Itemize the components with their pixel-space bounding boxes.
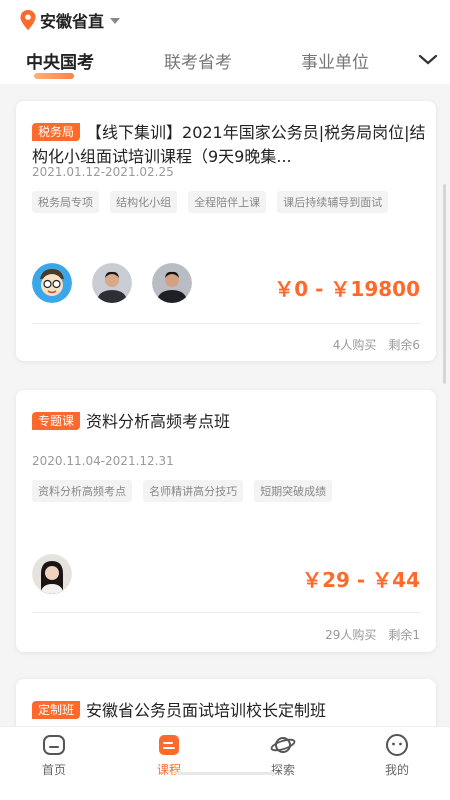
teacher-avatars [32, 263, 212, 303]
remaining-count: 剩余1 [388, 628, 420, 642]
course-date: 2021.01.12-2021.02.25 [32, 165, 174, 179]
avatar[interactable] [32, 554, 72, 594]
course-tag: 短期突破成绩 [254, 480, 333, 502]
location-pin-icon [20, 10, 36, 30]
course-date: 2020.11.04-2021.12.31 [32, 454, 174, 468]
course-badge: 税务局 [32, 123, 81, 141]
buyers-count: 4人购买 [332, 338, 377, 352]
teacher-avatars [32, 554, 92, 594]
divider [32, 323, 420, 324]
course-badge: 专题课 [32, 412, 81, 430]
tab-joint-exam[interactable]: 联考省考 [164, 48, 232, 73]
remaining-count: 剩余6 [388, 338, 420, 352]
top-bar: 安徽省直 中央国考 联考省考 事业单位 [0, 0, 450, 84]
tab-public-institution[interactable]: 事业单位 [301, 48, 369, 73]
course-tag: 全程陪伴上课 [188, 191, 267, 213]
course-meta: 29人购买 剩余1 [325, 626, 420, 643]
course-tag: 结构化小组 [110, 191, 178, 213]
location-selector[interactable]: 安徽省直 [20, 8, 121, 32]
scrollbar[interactable] [443, 184, 446, 384]
course-title-text: 安徽省公务员面试培训校长定制班 [86, 701, 327, 720]
course-title: 税务局 【线下集训】2021年国家公务员|税务局岗位|结构化小组面试培训课程（9天… [32, 121, 426, 169]
tab-central-exam[interactable]: 中央国考 [26, 48, 94, 73]
nav-item-profile[interactable]: 我的 [357, 733, 437, 778]
course-icon [159, 735, 179, 755]
teacher-photo-icon [92, 263, 132, 303]
course-meta: 4人购买 剩余6 [333, 336, 420, 353]
course-card[interactable]: 税务局 【线下集训】2021年国家公务员|税务局岗位|结构化小组面试培训课程（9天… [16, 101, 436, 361]
course-title: 专题课 资料分析高频考点班 [32, 410, 426, 434]
nav-label: 课程 [156, 763, 181, 777]
nav-label: 探索 [270, 763, 295, 777]
category-tabs: 中央国考 联考省考 事业单位 [0, 48, 450, 84]
nav-label: 我的 [384, 763, 409, 777]
course-tags: 资料分析高频考点 名师精讲高分技巧 短期突破成绩 [32, 480, 420, 510]
course-tag: 资料分析高频考点 [32, 480, 132, 502]
app-screen: 安徽省直 中央国考 联考省考 事业单位 税务局 【线下集训】2021年国家公务员|… [0, 0, 450, 800]
course-title-text: 资料分析高频考点班 [86, 412, 231, 431]
location-label: 安徽省直 [40, 12, 105, 31]
course-list: 税务局 【线下集训】2021年国家公务员|税务局岗位|结构化小组面试培训课程（9天… [0, 84, 450, 726]
course-tags: 税务局专项 结构化小组 全程陪伴上课 课后持续辅导到面试 [32, 191, 420, 221]
nav-item-home[interactable]: 首页 [14, 733, 94, 778]
home-icon [43, 735, 65, 755]
divider [32, 612, 420, 613]
buyers-count: 29人购买 [325, 628, 377, 642]
chevron-down-icon[interactable] [416, 50, 440, 70]
profile-icon [386, 734, 408, 756]
course-tag: 名师精讲高分技巧 [143, 480, 244, 502]
bottom-navigation: 首页 课程 探索 我的 [0, 726, 450, 800]
course-tag: 税务局专项 [32, 191, 99, 213]
home-indicator [175, 772, 275, 775]
cartoon-avatar-icon [32, 263, 72, 303]
course-title: 定制班 安徽省公务员面试培训校长定制班 [32, 699, 426, 723]
course-title-text: 【线下集训】2021年国家公务员|税务局岗位|结构化小组面试培训课程（9天9晚集… [32, 123, 426, 166]
avatar[interactable] [152, 263, 192, 303]
teacher-photo-icon [152, 263, 192, 303]
avatar[interactable] [32, 263, 72, 303]
active-tab-indicator [34, 73, 74, 79]
course-price: ￥0 - ￥19800 [274, 277, 420, 301]
teacher-photo-icon [32, 554, 72, 594]
nav-label: 首页 [41, 763, 66, 777]
course-card[interactable]: 定制班 安徽省公务员面试培训校长定制班 [16, 679, 436, 726]
caret-down-icon [110, 18, 121, 24]
course-card[interactable]: 专题课 资料分析高频考点班 2020.11.04-2021.12.31 资料分析高… [16, 390, 436, 652]
course-tag: 课后持续辅导到面试 [277, 191, 389, 213]
course-badge: 定制班 [32, 701, 81, 719]
planet-icon [270, 737, 296, 753]
avatar[interactable] [92, 263, 132, 303]
course-price: ￥29 - ￥44 [302, 568, 420, 592]
